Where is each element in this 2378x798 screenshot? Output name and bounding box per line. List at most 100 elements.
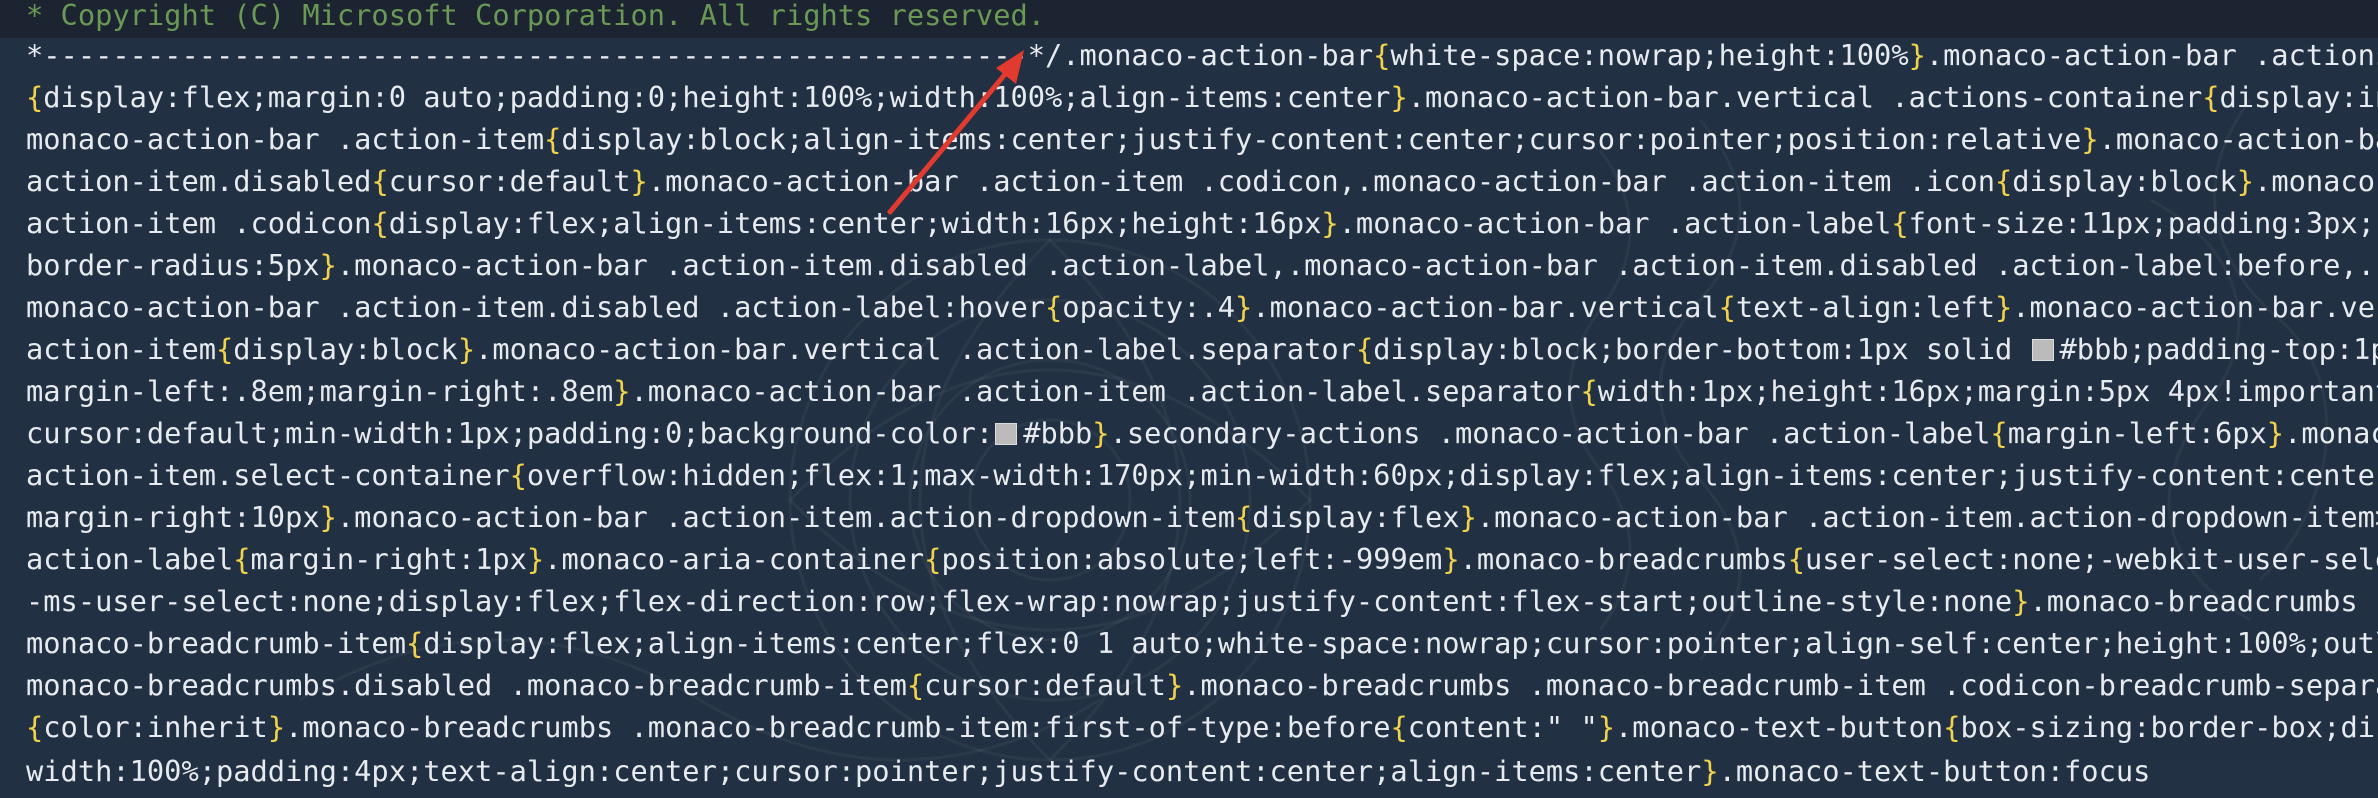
code-token: .monaco-breadcrumbs .monaco-breadcrumb-i… — [1183, 668, 2378, 702]
brace-token: } — [630, 164, 648, 198]
code-line: * Copyright (C) Microsoft Corporation. A… — [26, 0, 1045, 36]
code-token: *---------------------------------------… — [26, 38, 1374, 72]
brace-token: { — [371, 164, 389, 198]
code-token: .monaco-action-bar .action-item .action-… — [630, 374, 1581, 408]
brace-token: { — [1994, 164, 2013, 198]
code-token: .monaco-action-bar.vertical .action-labe… — [475, 332, 1356, 366]
code-line: action-label{margin-right:1px}.monaco-ar… — [26, 538, 2378, 580]
code-line: border-radius:5px}.monaco-action-bar .ac… — [26, 244, 2375, 286]
code-line: monaco-action-bar .action-item{display:b… — [26, 118, 2378, 160]
brace-token: { — [216, 332, 234, 366]
brace-token: } — [2012, 584, 2030, 618]
code-token: cursor:default — [924, 668, 1166, 702]
code-token: width:1px;height:16px;margin:5px 4px!imp… — [1597, 374, 2378, 408]
code-token: margin-left:6px — [2007, 416, 2267, 450]
brace-token: { — [1580, 374, 1598, 408]
code-token: border-radius:5px — [26, 248, 320, 282]
code-token: .monaco-action-bar .action-item.disabled… — [336, 248, 2375, 282]
brace-token: { — [906, 668, 925, 702]
code-token: .secondary-actions .monaco-action-bar .a… — [1109, 416, 1991, 450]
code-token: margin-right:10px — [26, 500, 320, 534]
brace-token: } — [1908, 38, 1926, 72]
code-token: .monaco-action-bar .actions-container — [1925, 38, 2378, 72]
code-token: .monaco-a — [2284, 416, 2378, 450]
code-token: .monaco-breadcrumbs . — [2029, 584, 2378, 618]
brace-token: } — [1321, 206, 1339, 240]
brace-token: { — [26, 80, 44, 114]
brace-token: { — [1355, 332, 1374, 366]
code-token: .monaco-action-bar.vertic — [2012, 290, 2378, 324]
code-line: *---------------------------------------… — [26, 34, 2378, 76]
code-token: action-item.select-container — [26, 458, 510, 492]
brace-token: { — [509, 458, 527, 492]
code-line: {color:inherit}.monaco-breadcrumbs .mona… — [26, 706, 2378, 748]
code-token: .monaco-action-bar .action-item.action-d… — [1476, 500, 2378, 534]
code-token: content:" " — [1407, 710, 1598, 744]
code-token: font-size:11px;padding:3px; — [1908, 206, 2375, 240]
code-token: .monaco-action-bar.vertical .actions-con… — [1407, 80, 2203, 114]
brace-token: } — [1442, 542, 1460, 576]
brace-token: } — [2081, 122, 2099, 156]
code-line: cursor:default;min-width:1px;padding:0;b… — [26, 412, 2378, 454]
code-line: margin-left:.8em;margin-right:.8em}.mona… — [26, 370, 2378, 412]
brace-token: } — [457, 332, 476, 366]
brace-token: } — [1092, 416, 1110, 450]
code-token: #bbb;padding-top:1px; — [2059, 332, 2378, 366]
code-editor[interactable]: * Copyright (C) Microsoft Corporation. A… — [0, 0, 2378, 798]
brace-token: } — [1597, 710, 1616, 744]
brace-token: } — [1165, 668, 1184, 702]
code-token: .monaco-action-bar .action-item .codicon… — [647, 164, 1995, 198]
brace-token: { — [2202, 80, 2220, 114]
code-token: display:block — [233, 332, 458, 366]
code-token: margin-right:1px — [250, 542, 527, 576]
code-token: color:inherit — [43, 710, 268, 744]
code-token: action-item.disabled — [26, 164, 372, 198]
code-token: monaco-breadcrumbs.disabled .monaco-brea… — [26, 668, 907, 702]
code-token: display:flex;margin:0 auto;padding:0;hei… — [43, 80, 1391, 114]
code-line: action-item .codicon{display:flex;align-… — [26, 202, 2375, 244]
code-token: .monaco-action-bar.vertical — [1252, 290, 1719, 324]
brace-token: } — [267, 710, 286, 744]
code-token: monaco-action-bar .action-item.disabled … — [26, 290, 1046, 324]
code-token: display:flex — [1252, 500, 1460, 534]
brace-token: } — [319, 248, 337, 282]
brace-token: { — [1943, 710, 1961, 744]
brace-token: { — [1373, 38, 1391, 72]
code-token: -ms-user-select:none;display:flex;flex-d… — [26, 584, 2013, 618]
brace-token: { — [544, 122, 562, 156]
code-token: monaco-breadcrumb-item — [26, 626, 406, 660]
code-line: action-item.select-container{overflow:hi… — [26, 454, 2378, 496]
brace-token: } — [1459, 500, 1477, 534]
code-token: .monaco-text-button:focus — [1718, 754, 2151, 788]
code-token: cursor:default;min-width:1px;padding:0;b… — [26, 416, 994, 450]
code-token: #bbb — [1023, 416, 1093, 450]
code-token: .monaco-breadcrumbs — [1459, 542, 1788, 576]
code-token: text-align:left — [1735, 290, 1995, 324]
code-line: {display:flex;margin:0 auto;padding:0;he… — [26, 76, 2378, 118]
code-token: position:absolute;left:-999em — [941, 542, 1443, 576]
code-token: user-select:none;-webkit-user-select: — [1805, 542, 2378, 576]
brace-token: } — [1390, 80, 1408, 114]
brace-token: { — [1045, 290, 1063, 324]
code-token: display:block;align-items:center;justify… — [561, 122, 2082, 156]
code-token: .monaco-action-bar .action-item.action-d… — [336, 500, 1236, 534]
code-token: display:block;border-bottom:1px solid — [1373, 332, 2030, 366]
code-token: display:block — [2012, 164, 2237, 198]
brace-token: { — [1390, 710, 1408, 744]
code-token: cursor:default — [388, 164, 631, 198]
code-token: display:flex;align-items:center;flex:0 1… — [423, 626, 2378, 660]
code-token: .monaco-aria-container — [544, 542, 925, 576]
code-token: display:flex;align-items:center;width:16… — [388, 206, 1322, 240]
code-token: display:inline — [2219, 80, 2378, 114]
code-token: action-item — [26, 332, 216, 366]
brace-token: } — [2236, 164, 2255, 198]
brace-token: { — [1718, 290, 1736, 324]
code-line: -ms-user-select:none;display:flex;flex-d… — [26, 580, 2378, 622]
brace-token: } — [526, 542, 545, 576]
brace-token: { — [1990, 416, 2008, 450]
brace-token: } — [1994, 290, 2013, 324]
code-line: monaco-action-bar .action-item.disabled … — [26, 286, 2378, 328]
code-line: margin-right:10px}.monaco-action-bar .ac… — [26, 496, 2378, 538]
code-token: white-space:nowrap;height:100% — [1390, 38, 1909, 72]
code-token: .monaco-action-bar . — [2098, 122, 2378, 156]
